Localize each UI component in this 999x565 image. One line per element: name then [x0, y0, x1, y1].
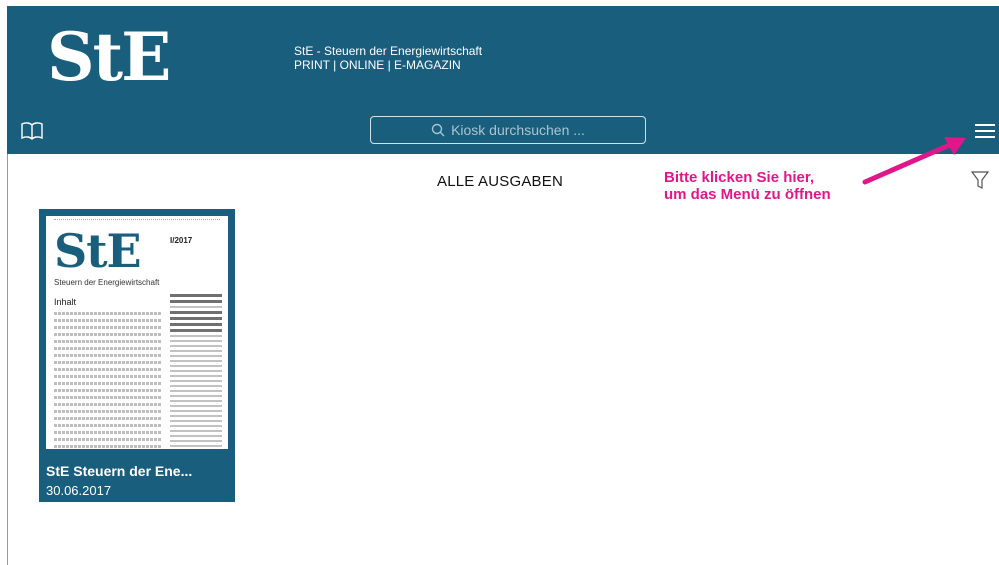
header: StE StE - Steuern der Energiewirtschaft … — [7, 6, 999, 154]
issue-card[interactable]: StE Steuern der Energiewirtschaft I/2017… — [39, 209, 235, 502]
brand-logo[interactable]: StE — [47, 24, 171, 90]
cover-logo: StE — [54, 224, 142, 278]
search-input[interactable]: Kiosk durchsuchen ... — [370, 116, 646, 144]
subtitle-line-1: StE - Steuern der Energiewirtschaft — [294, 44, 483, 58]
issue-title[interactable]: StE Steuern der Ene... — [46, 463, 231, 479]
cover-footer-bar — [46, 449, 228, 460]
help-annotation: Bitte klicken Sie hier, um das Menü zu ö… — [664, 169, 831, 203]
annotation-line-1: Bitte klicken Sie hier, — [664, 169, 815, 186]
search-icon — [431, 123, 445, 137]
filter-icon[interactable] — [971, 170, 989, 190]
cover-subtitle: Steuern der Energiewirtschaft — [54, 278, 160, 287]
cover-issue-number: I/2017 — [170, 236, 193, 245]
issue-cover-image[interactable]: StE Steuern der Energiewirtschaft I/2017… — [46, 216, 228, 460]
hamburger-menu-icon[interactable] — [973, 121, 997, 141]
issue-date: 30.06.2017 — [46, 483, 112, 498]
cover-top-rule — [54, 219, 220, 222]
subtitle-line-2: PRINT | ONLINE | E-MAGAZIN — [294, 58, 461, 72]
cover-toc-lines — [54, 308, 162, 452]
annotation-arrow — [862, 137, 966, 185]
section-title: ALLE AUSGABEN — [437, 173, 563, 190]
search-placeholder: Kiosk durchsuchen ... — [451, 122, 585, 138]
cover-toc-heading: Inhalt — [54, 297, 77, 307]
cover-text-column — [170, 291, 222, 460]
book-icon[interactable] — [20, 121, 44, 141]
annotation-line-2: um das Menü zu öffnen — [664, 186, 831, 203]
brand-subtitle: StE - Steuern der Energiewirtschaft PRIN… — [294, 44, 482, 72]
